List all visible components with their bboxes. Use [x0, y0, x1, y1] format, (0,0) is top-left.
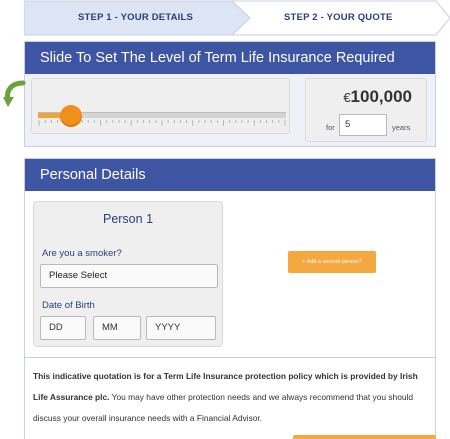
cover-level-panel: Slide To Set The Level of Term Life Insu… — [24, 41, 436, 147]
disclaimer-text: This indicative quotation is for a Term … — [25, 357, 435, 429]
dob-year-input[interactable]: YYYY — [146, 316, 216, 340]
cover-level-title: Slide To Set The Level of Term Life Insu… — [25, 42, 435, 74]
slider-container — [31, 78, 290, 134]
dob-label: Date of Birth — [42, 300, 95, 311]
amount-box: €100,000 for 5 years — [305, 78, 427, 142]
currency-symbol: € — [343, 90, 351, 105]
next-button-edge[interactable] — [293, 435, 436, 439]
personal-details-title: Personal Details — [25, 159, 435, 191]
step-1-label: STEP 1 - YOUR DETAILS — [78, 12, 194, 23]
step-2-label: STEP 2 - YOUR QUOTE — [284, 12, 393, 23]
cover-amount: €100,000 — [343, 87, 412, 107]
progress-steps: STEP 1 - YOUR DETAILS STEP 2 - YOUR QUOT… — [24, 0, 450, 36]
dob-month-input[interactable]: MM — [93, 316, 141, 340]
slider-handle[interactable] — [59, 105, 82, 127]
years-input[interactable]: 5 — [339, 114, 387, 136]
smoker-select[interactable]: Please Select — [40, 264, 218, 288]
personal-details-panel: Personal Details Person 1 Are you a smok… — [24, 158, 436, 439]
add-second-person-button[interactable]: + Add a second person? — [288, 251, 376, 273]
smoker-label: Are you a smoker? — [42, 248, 122, 259]
dob-day-input[interactable]: DD — [40, 316, 86, 340]
years-label: years — [392, 123, 411, 132]
cover-amount-value: 100,000 — [350, 87, 412, 106]
person-1-card: Person 1 Are you a smoker? Please Select… — [33, 201, 223, 347]
person-1-title: Person 1 — [102, 212, 154, 226]
curved-arrow-icon — [3, 80, 26, 107]
for-label: for — [326, 123, 335, 132]
